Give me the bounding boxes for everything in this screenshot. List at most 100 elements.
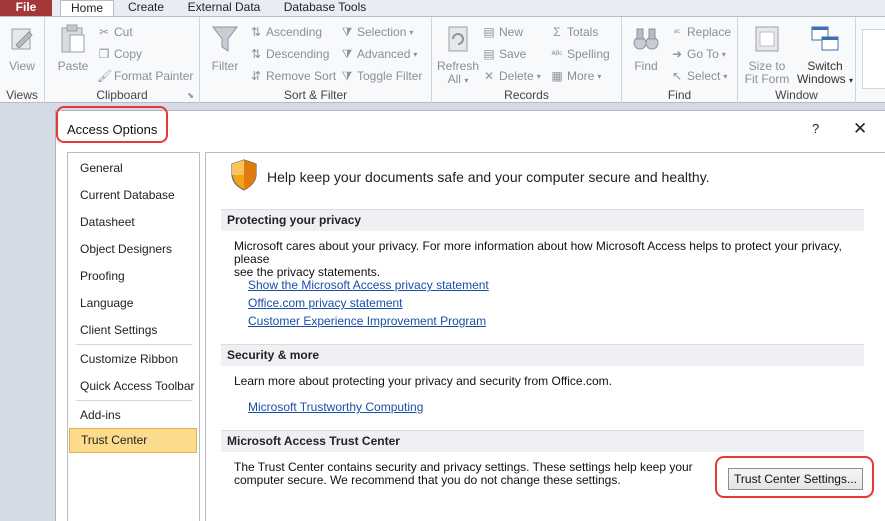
save-icon: ▤: [483, 47, 495, 61]
group-label-window: Window: [775, 88, 818, 102]
filter-button[interactable]: Filter: [206, 23, 244, 73]
view-button[interactable]: View: [5, 23, 39, 73]
chevron-down-icon: ▾: [536, 71, 541, 81]
link-trustworthy-computing[interactable]: Microsoft Trustworthy Computing: [248, 400, 423, 414]
copy-button[interactable]: ❐ Copy: [97, 47, 142, 61]
size-to-fit-form-button[interactable]: Size to Fit Form: [742, 23, 792, 86]
group-label-records: Records: [504, 88, 549, 102]
cursor-icon: ↖: [671, 69, 683, 83]
help-button[interactable]: ?: [812, 121, 819, 136]
view-icon: [11, 28, 33, 50]
format-painter-button[interactable]: 🖌 Format Painter: [97, 69, 193, 83]
privacy-text: Microsoft cares about your privacy. For …: [234, 240, 869, 279]
close-icon[interactable]: ✕: [853, 119, 867, 139]
refresh-all-button[interactable]: Refresh All ▾: [436, 23, 480, 87]
spelling-button[interactable]: ᴬᴮᶜ Spelling: [550, 47, 610, 61]
nav-item-client-settings[interactable]: Client Settings: [69, 318, 197, 342]
ascending-button[interactable]: ⇅ Ascending: [249, 25, 322, 39]
button-highlight-annotation: [715, 456, 874, 498]
link-access-privacy-statement[interactable]: Show the Microsoft Access privacy statem…: [248, 278, 489, 292]
sort-ascending-icon: ⇅: [250, 25, 262, 39]
paste-icon: [61, 24, 85, 53]
trust-center-content: Help keep your documents safe and your c…: [205, 152, 885, 521]
tab-create[interactable]: Create: [120, 0, 172, 16]
group-sort-filter: Filter ⇅ Ascending ⇅ Descending ⇵ Remove So…: [200, 17, 432, 103]
more-label: More: [567, 69, 595, 83]
access-options-dialog: Access Options ? ✕ General Current Datab…: [55, 106, 885, 521]
totals-label: Totals: [567, 25, 599, 39]
find-button[interactable]: Find: [628, 23, 664, 73]
ribbon-overflow: [862, 29, 885, 89]
paste-button[interactable]: Paste: [55, 23, 91, 73]
advanced-button[interactable]: ⧩ Advanced ▾: [340, 47, 418, 61]
ribbon: View Views Paste ✂ Cut ❐ Copy 🖌 Format Pain…: [0, 16, 885, 103]
privacy-text-line-1: Microsoft cares about your privacy. For …: [234, 239, 842, 266]
selection-button[interactable]: ⧩ Selection ▾: [340, 25, 414, 39]
remove-sort-label: Remove Sort: [266, 69, 337, 83]
delete-label: Delete: [499, 69, 534, 83]
link-ceip[interactable]: Customer Experience Improvement Program: [248, 314, 486, 328]
goto-label: Go To: [687, 47, 719, 61]
switch-windows-button[interactable]: Switch Windows ▾: [796, 23, 854, 87]
chevron-down-icon: ▾: [849, 76, 854, 85]
cut-button[interactable]: ✂ Cut: [97, 25, 133, 39]
cut-label: Cut: [114, 25, 133, 39]
descending-button[interactable]: ⇅ Descending: [249, 47, 329, 61]
descending-label: Descending: [266, 47, 330, 61]
new-record-icon: ▤: [483, 25, 495, 39]
nav-item-trust-center[interactable]: Trust Center: [69, 428, 197, 453]
nav-item-language[interactable]: Language: [69, 291, 197, 315]
nav-item-object-designers[interactable]: Object Designers: [69, 237, 197, 261]
chevron-down-icon: ▾: [413, 49, 418, 59]
link-office-privacy-statement[interactable]: Office.com privacy statement: [248, 296, 403, 310]
toggle-filter-icon: ⧩: [341, 69, 353, 83]
nav-item-datasheet[interactable]: Datasheet: [69, 210, 197, 234]
delete-record-button[interactable]: ✕ Delete ▾: [482, 69, 541, 83]
save-label: Save: [499, 47, 527, 61]
tab-external-data[interactable]: External Data: [182, 0, 266, 16]
toggle-filter-button[interactable]: ⧩ Toggle Filter: [340, 69, 423, 83]
section-protecting-privacy: Protecting your privacy: [221, 209, 864, 231]
scissors-icon: ✂: [98, 25, 110, 39]
save-record-button[interactable]: ▤ Save: [482, 47, 526, 61]
replace-label: Replace: [687, 25, 732, 39]
spelling-label: Spelling: [567, 47, 610, 61]
nav-item-current-database[interactable]: Current Database: [69, 183, 197, 207]
section-security-more: Security & more: [221, 344, 864, 366]
tab-database-tools[interactable]: Database Tools: [276, 0, 374, 16]
chevron-down-icon: ▾: [409, 27, 414, 37]
group-views: View Views: [0, 17, 45, 103]
nav-item-quick-access-toolbar[interactable]: Quick Access Toolbar: [69, 374, 197, 398]
chevron-down-icon: ▾: [597, 71, 602, 81]
totals-button[interactable]: Σ Totals: [550, 25, 598, 39]
chevron-down-icon: ▾: [464, 76, 469, 85]
refresh-all-text: All: [447, 72, 461, 86]
fit-form-label: Fit Form: [744, 72, 790, 86]
advanced-filter-icon: ⧩: [341, 47, 353, 61]
remove-sort-button[interactable]: ⇵ Remove Sort: [249, 69, 336, 83]
shield-icon: [231, 159, 257, 191]
arrow-right-icon: ➜: [671, 47, 683, 61]
refresh-icon: [448, 26, 468, 52]
size-to-fit-icon: [755, 26, 779, 52]
copy-icon: ❐: [98, 47, 110, 61]
new-record-button[interactable]: ▤ New: [482, 25, 523, 39]
nav-divider: [76, 344, 192, 345]
filter-label: Filter: [211, 59, 239, 73]
nav-item-customize-ribbon[interactable]: Customize Ribbon: [69, 347, 197, 371]
delete-x-icon: ✕: [483, 69, 495, 83]
switch-windows-icon: [811, 26, 839, 51]
security-text: Learn more about protecting your privacy…: [234, 374, 612, 388]
select-button[interactable]: ↖ Select ▾: [670, 69, 727, 83]
nav-item-add-ins[interactable]: Add-ins: [69, 403, 197, 427]
goto-button[interactable]: ➜ Go To ▾: [670, 47, 726, 61]
tab-file[interactable]: File: [0, 0, 52, 16]
dialog-launcher-icon[interactable]: ⬊: [187, 91, 194, 100]
more-button[interactable]: ▦ More ▾: [550, 69, 601, 83]
replace-icon: ᵃᶜ: [673, 27, 681, 37]
nav-item-general[interactable]: General: [69, 156, 197, 180]
nav-item-proofing[interactable]: Proofing: [69, 264, 197, 288]
replace-button[interactable]: ᵃᶜ Replace: [670, 25, 731, 39]
advanced-label: Advanced: [357, 47, 411, 61]
tab-home[interactable]: Home: [60, 0, 114, 17]
